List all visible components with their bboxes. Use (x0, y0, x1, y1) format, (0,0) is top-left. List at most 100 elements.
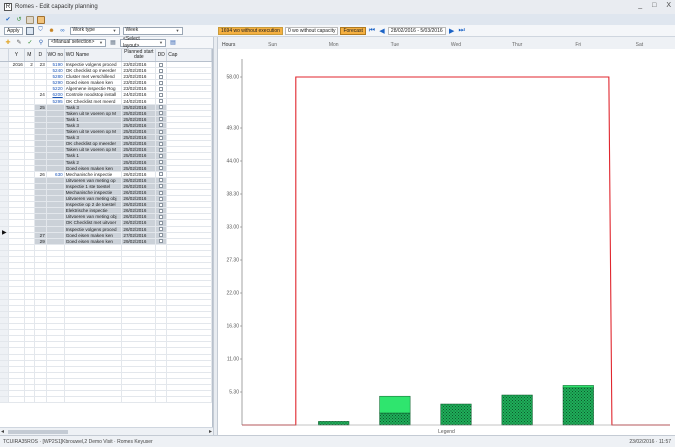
checkbox[interactable] (159, 178, 164, 183)
cell-dd[interactable] (156, 92, 168, 98)
checkbox[interactable] (159, 62, 164, 67)
checkbox[interactable] (159, 99, 164, 104)
cell-dd[interactable] (156, 183, 168, 189)
checkbox[interactable] (159, 239, 164, 244)
checkbox[interactable] (159, 233, 164, 238)
cell-wo-number[interactable]: 5190 (47, 62, 65, 68)
cell-dd[interactable] (156, 62, 168, 68)
check-icon[interactable]: ✓ (26, 39, 34, 47)
cell-dd[interactable] (156, 110, 168, 116)
date-range-field[interactable]: 28/02/2016 - 5/03/2016 (387, 26, 446, 35)
cell-dd[interactable] (156, 189, 168, 196)
cell-wo-number[interactable]: 5280 (47, 74, 65, 80)
cell-dd[interactable] (156, 80, 168, 86)
cell-dd[interactable] (156, 122, 168, 129)
column-header-wo-name[interactable]: WO Name (65, 49, 123, 61)
checkbox[interactable] (159, 208, 164, 213)
cell-dd[interactable] (156, 171, 168, 177)
funnel-icon[interactable]: ⚲ (37, 39, 45, 47)
checkbox[interactable] (159, 227, 164, 232)
without-execution-chip[interactable]: 1694 wo without execution (218, 26, 283, 35)
edit-icon[interactable]: ✎ (15, 39, 23, 47)
column-header-month[interactable]: M (25, 49, 35, 61)
grid-horizontal-scrollbar[interactable]: ◂ ▸ (0, 427, 213, 435)
column-header-year[interactable]: Y (9, 49, 25, 61)
scroll-right-icon[interactable]: ▸ (209, 428, 212, 435)
people-icon[interactable]: ☻ (48, 27, 56, 35)
checkbox[interactable] (159, 86, 164, 91)
checkbox[interactable] (159, 153, 164, 158)
checkbox[interactable] (159, 129, 164, 134)
cell-dd[interactable] (156, 141, 168, 147)
cell-wo-number[interactable]: 5295 (47, 98, 65, 104)
last-page-icon[interactable]: ⏭ (458, 27, 466, 35)
cell-dd[interactable] (156, 135, 168, 141)
checkbox[interactable] (159, 105, 164, 110)
cell-dd[interactable] (156, 153, 168, 159)
cell-dd[interactable] (156, 177, 168, 183)
checkbox[interactable] (159, 111, 164, 116)
column-header-day[interactable]: D (35, 49, 47, 61)
grid-view-icon[interactable] (25, 26, 34, 35)
cell-dd[interactable] (156, 232, 168, 238)
layout-grid-icon[interactable]: ▦ (109, 39, 117, 47)
checkbox[interactable] (159, 172, 164, 177)
column-header-dd[interactable]: DD (156, 49, 168, 61)
cell-dd[interactable] (156, 116, 168, 122)
cell-wo-number[interactable]: 630 (47, 171, 65, 177)
cell-dd[interactable] (156, 226, 168, 232)
checkbox[interactable] (159, 141, 164, 146)
checkbox[interactable] (159, 74, 164, 79)
checkbox[interactable] (159, 68, 164, 73)
work-type-select[interactable]: Work type ▼ (69, 26, 120, 35)
checkbox[interactable] (159, 117, 164, 122)
checkbox[interactable] (159, 135, 164, 140)
checkbox[interactable] (159, 80, 164, 85)
cell-dd[interactable] (156, 104, 168, 110)
select-layout-select[interactable]: <Select layout> ▼ (120, 36, 166, 49)
filter-icon[interactable]: ⛉ (37, 27, 45, 35)
checkbox[interactable] (159, 196, 164, 201)
cell-wo-number[interactable]: 6200 (47, 92, 65, 98)
undo-icon[interactable]: ↺ (15, 16, 23, 24)
next-icon[interactable]: ▶ (448, 27, 456, 35)
checkbox[interactable] (159, 184, 164, 189)
checkbox[interactable] (159, 190, 164, 195)
minimize-button[interactable]: _ (638, 2, 642, 9)
cell-dd[interactable] (156, 86, 168, 92)
apply-button[interactable]: Apply (4, 26, 23, 35)
cell-dd[interactable] (156, 208, 168, 214)
column-header-wo-number[interactable]: WO no (47, 49, 65, 61)
previous-icon[interactable]: ◀ (378, 27, 386, 35)
cell-dd[interactable] (156, 214, 168, 220)
table-settings-icon[interactable]: ▤ (169, 39, 177, 47)
checkmark-icon[interactable]: ✔ (4, 16, 12, 24)
without-capacity-chip[interactable]: 0 wo without capacity (284, 26, 339, 35)
cell-dd[interactable] (156, 220, 168, 226)
week-select[interactable]: Week ▼ (122, 26, 183, 35)
binoculars-icon[interactable]: ∞ (59, 27, 67, 35)
column-header-planned-start[interactable]: Planned start date (122, 49, 157, 61)
layout-icon[interactable] (37, 15, 45, 24)
cell-dd[interactable] (156, 68, 168, 74)
first-page-icon[interactable]: ⏮ (368, 27, 376, 35)
manual-selection-select[interactable]: <Manual selection> ▼ (48, 38, 106, 47)
column-header-cap[interactable]: Cap (167, 49, 212, 61)
cell-dd[interactable] (156, 159, 168, 165)
close-button[interactable]: X (666, 2, 671, 9)
print-icon[interactable] (26, 15, 34, 24)
cell-wo-number[interactable]: 5240 (47, 68, 65, 74)
checkbox[interactable] (159, 202, 164, 207)
checkbox[interactable] (159, 123, 164, 128)
cell-wo-number[interactable]: 5290 (47, 80, 65, 86)
cell-dd[interactable] (156, 202, 168, 208)
scrollbar-thumb[interactable] (8, 430, 68, 434)
checkbox[interactable] (159, 147, 164, 152)
cell-dd[interactable] (156, 196, 168, 202)
cell-dd[interactable] (156, 238, 168, 244)
cell-dd[interactable] (156, 74, 168, 80)
add-icon[interactable]: ✚ (4, 39, 12, 47)
cell-dd[interactable] (156, 129, 168, 135)
cell-wo-number[interactable]: 5220 (47, 86, 65, 92)
cell-dd[interactable] (156, 165, 168, 171)
